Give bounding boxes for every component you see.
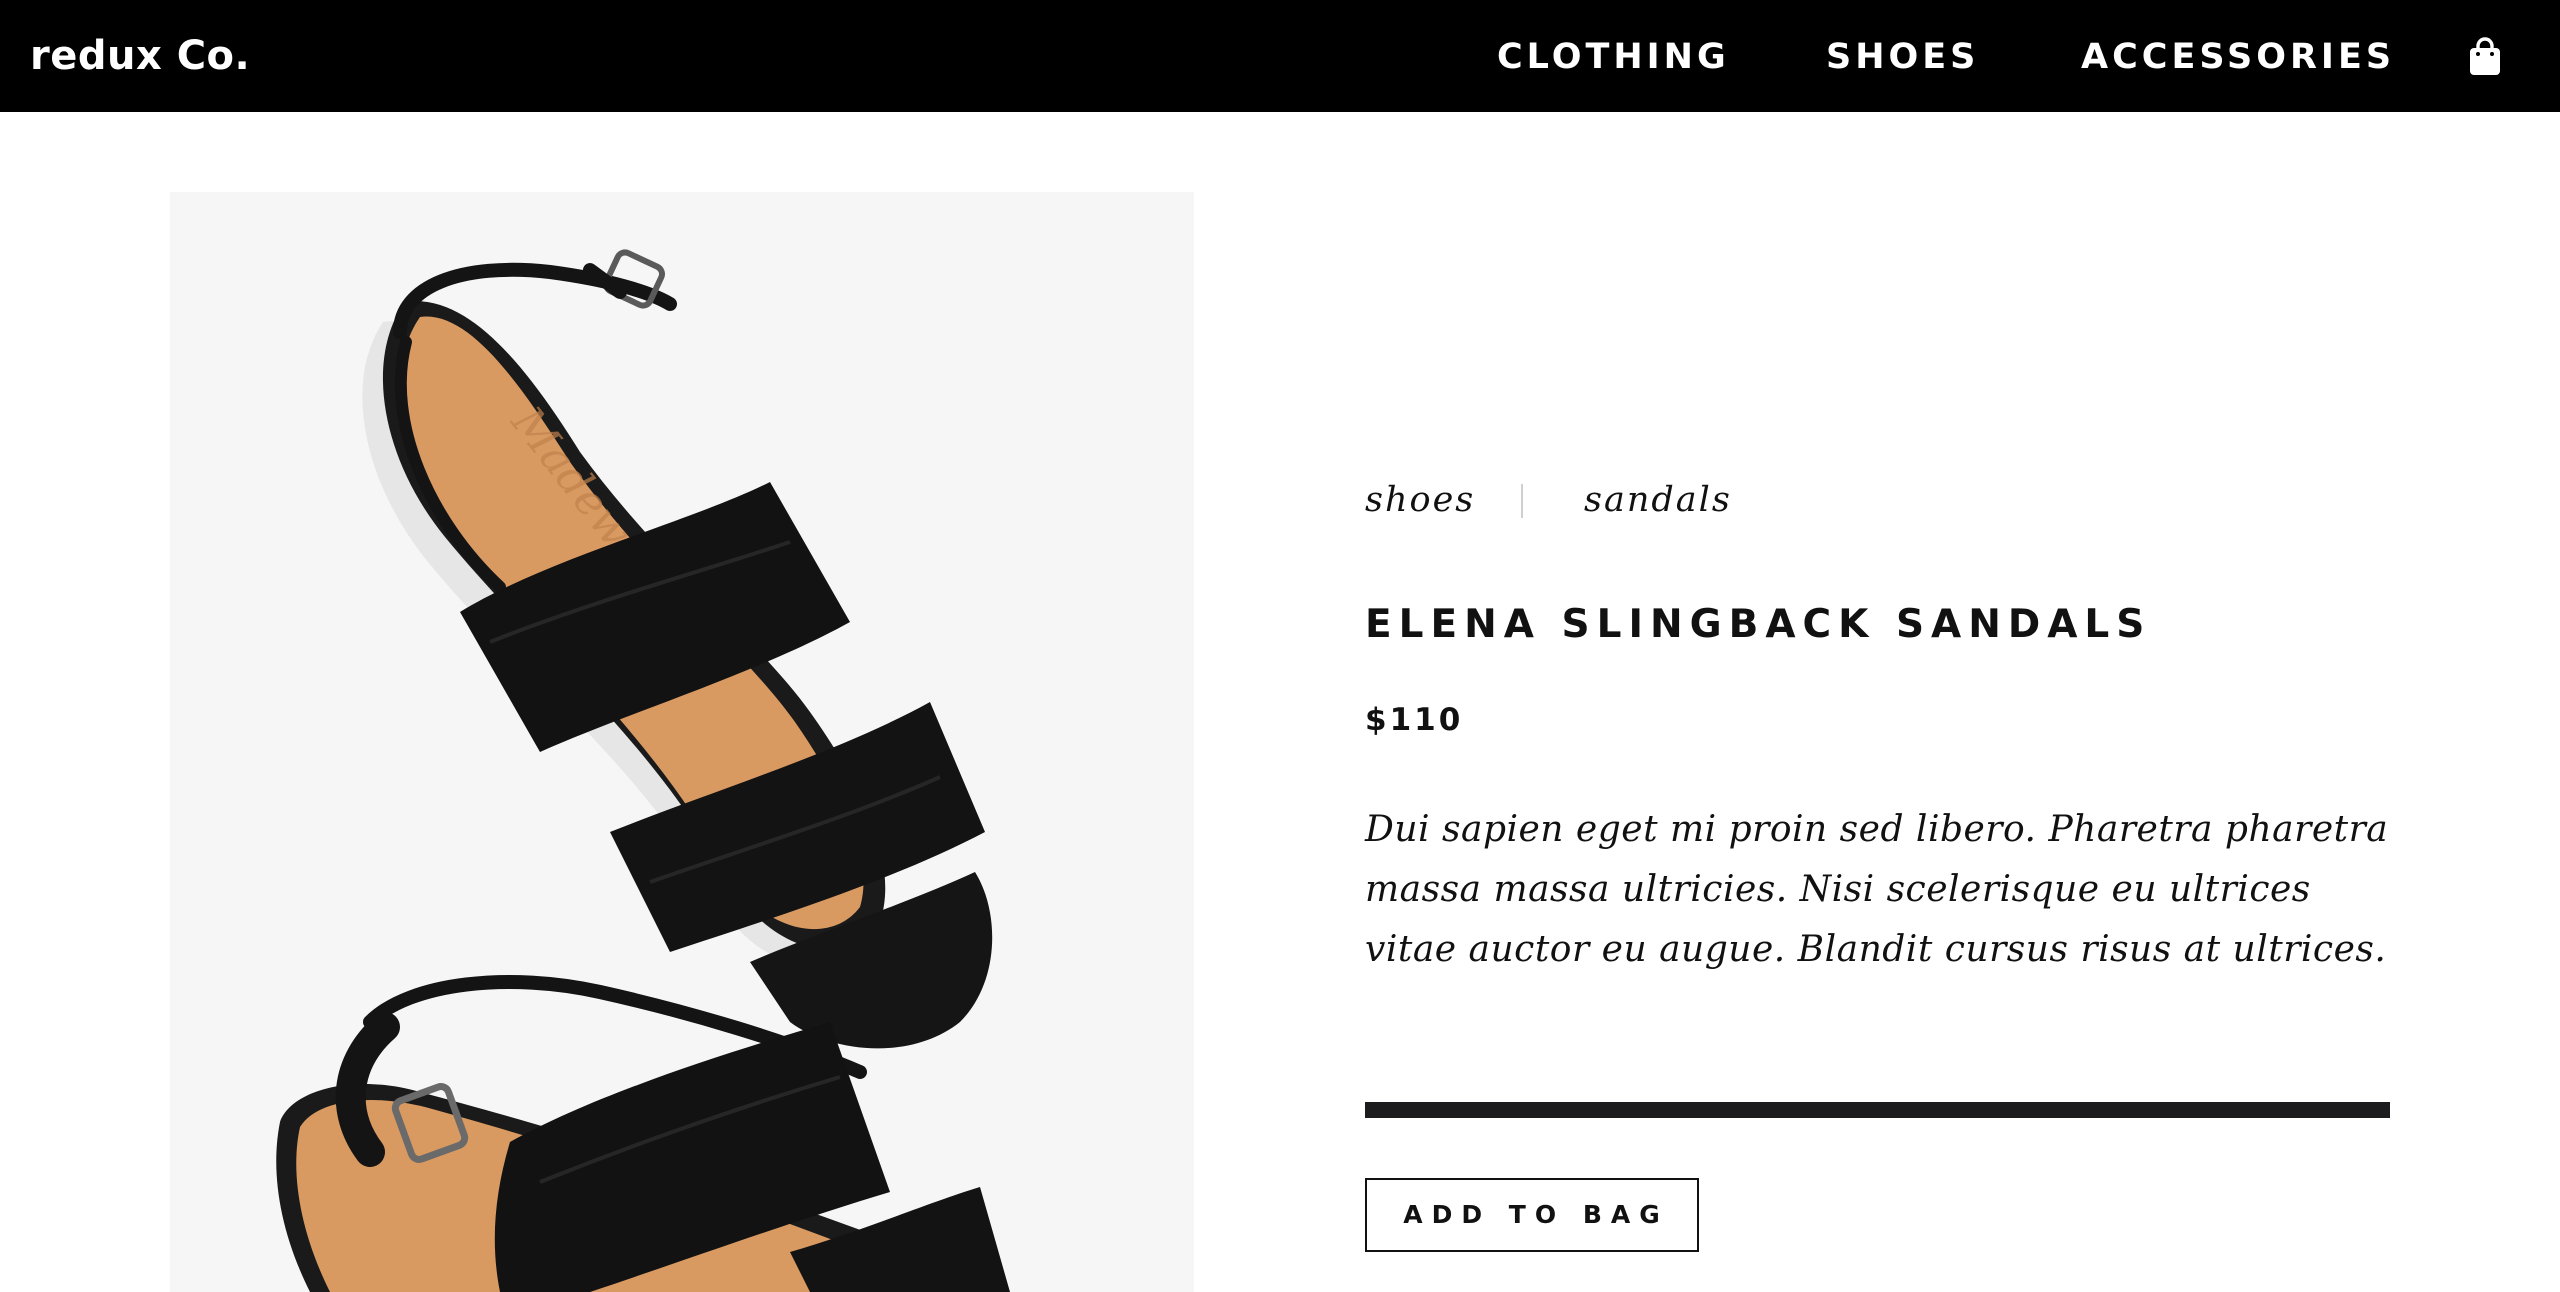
top-navigation-bar: redux Co. CLOTHING SHOES ACCESSORIES [0,0,2560,112]
site-logo[interactable]: redux Co. [30,28,250,84]
nav-link-shoes[interactable]: SHOES [1826,32,1979,82]
divider-bar [1365,1102,2390,1118]
add-to-bag-button[interactable]: ADD TO BAG [1365,1178,1699,1252]
breadcrumb-sandals[interactable]: sandals [1584,470,1732,530]
sandals-illustration: Madewell [276,249,1010,1292]
nav-link-clothing[interactable]: CLOTHING [1497,32,1730,82]
nav-link-accessories[interactable]: ACCESSORIES [2081,32,2395,82]
product-image: Madewell [170,192,1194,1292]
shopping-bag-icon[interactable] [2468,36,2502,76]
product-price: $110 [1365,702,1464,738]
breadcrumb-separator [1521,484,1523,518]
breadcrumb-shoes[interactable]: shoes [1365,470,1475,530]
upper-sandal: Madewell [362,249,993,1049]
product-title: ELENA SLINGBACK SANDALS [1365,602,2152,647]
product-description: Dui sapien eget mi proin sed libero. Pha… [1365,809,2389,970]
